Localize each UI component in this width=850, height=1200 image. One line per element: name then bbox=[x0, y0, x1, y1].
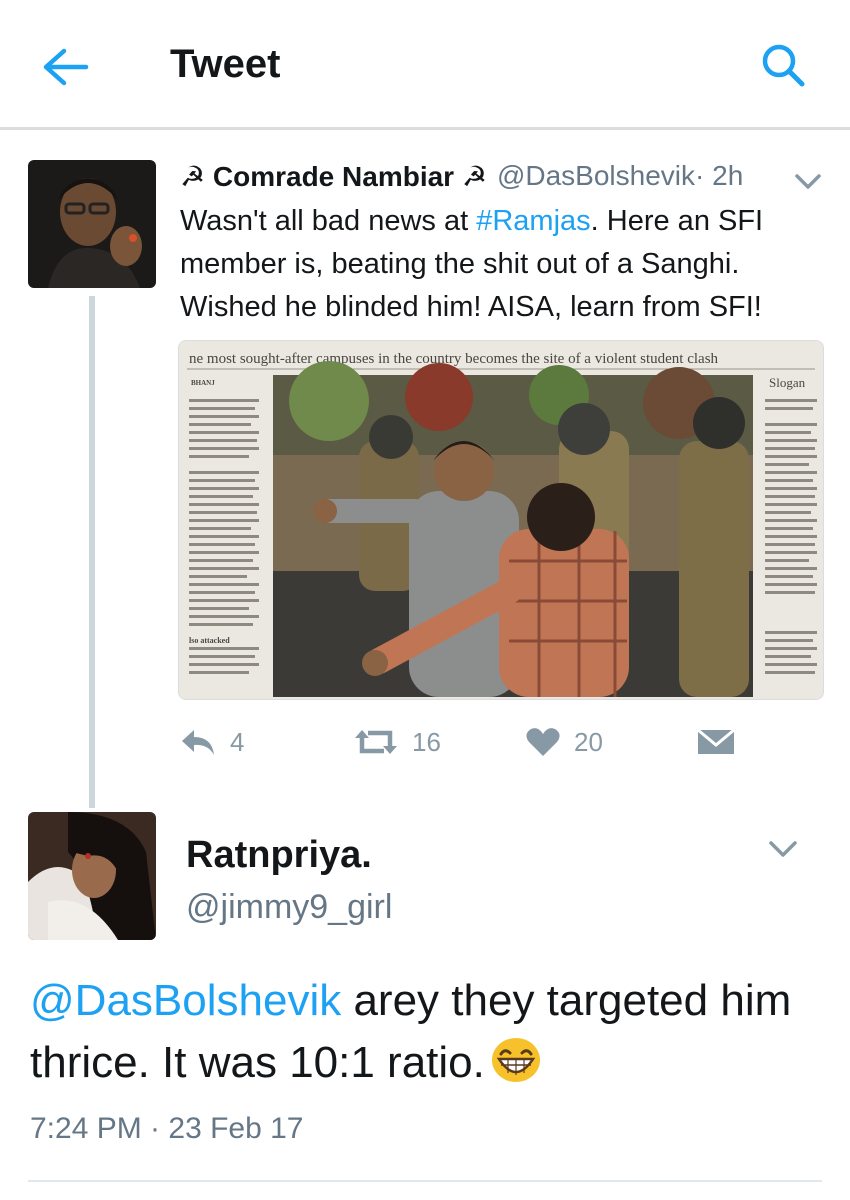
avatar-photo bbox=[28, 812, 156, 940]
grinning-face-icon bbox=[491, 1037, 541, 1100]
retweet-count: 16 bbox=[412, 726, 441, 757]
search-button[interactable] bbox=[758, 40, 810, 92]
chevron-down-icon bbox=[769, 841, 797, 857]
newspaper-sub-label: BHANJ bbox=[191, 379, 215, 387]
author-handle[interactable]: @DasBolshevik bbox=[497, 160, 695, 192]
hashtag-link[interactable]: #Ramjas bbox=[476, 205, 590, 237]
reply-count: 4 bbox=[230, 726, 245, 757]
tweet-actions: 4 16 20 bbox=[178, 720, 818, 764]
author-handle[interactable]: @jimmy9_girl bbox=[186, 888, 392, 927]
tweet-menu-button[interactable] bbox=[792, 168, 824, 194]
heart-icon bbox=[526, 728, 560, 756]
reply-icon bbox=[182, 730, 214, 755]
tweet-text-prefix: Wasn't all bad news at bbox=[180, 205, 477, 237]
author-name[interactable]: Ratnpriya. bbox=[186, 834, 372, 877]
newspaper-headline: ne most sought-after campuses in the cou… bbox=[189, 351, 719, 367]
direct-message-button[interactable] bbox=[696, 720, 750, 764]
tweet-text: Wasn't all bad news at #Ramjas. Here an … bbox=[180, 200, 820, 329]
avatar[interactable] bbox=[28, 812, 156, 940]
back-button[interactable] bbox=[40, 45, 90, 89]
tweet-text: @DasBolshevik arey they targeted him thr… bbox=[30, 970, 820, 1100]
envelope-icon bbox=[697, 728, 735, 754]
back-arrow-icon bbox=[43, 48, 89, 86]
newspaper-bottom-label: lso attacked bbox=[189, 636, 230, 645]
tweet-menu-button[interactable] bbox=[766, 836, 800, 862]
divider bbox=[28, 1180, 822, 1182]
tweet-time: · 2h bbox=[695, 160, 744, 191]
search-icon bbox=[762, 44, 805, 87]
avatar[interactable] bbox=[28, 160, 156, 288]
tweet-author-row: ☭ Comrade Nambiar ☭ @DasBolshevik · 2h bbox=[180, 156, 743, 196]
retweet-button[interactable]: 16 bbox=[354, 720, 441, 764]
tweet-media-image[interactable]: ne most sought-after campuses in the cou… bbox=[178, 340, 824, 700]
app-header: Tweet bbox=[0, 0, 850, 130]
like-count: 20 bbox=[574, 726, 603, 757]
reply-button[interactable]: 4 bbox=[180, 720, 244, 764]
mention-link[interactable]: @DasBolshevik bbox=[30, 976, 341, 1025]
like-button[interactable]: 20 bbox=[526, 720, 603, 764]
newspaper-photo: ne most sought-after campuses in the cou… bbox=[179, 341, 823, 699]
page-title: Tweet bbox=[170, 42, 281, 86]
tweet-timestamp: 7:24 PM · 23 Feb 17 bbox=[30, 1112, 304, 1145]
chevron-down-icon bbox=[795, 174, 821, 189]
author-name[interactable]: ☭ Comrade Nambiar ☭ bbox=[180, 160, 487, 193]
newspaper-side-label: Slogan bbox=[769, 375, 806, 390]
retweet-icon bbox=[355, 730, 397, 754]
avatar-photo bbox=[28, 160, 156, 288]
thread-connector-line bbox=[89, 296, 95, 808]
